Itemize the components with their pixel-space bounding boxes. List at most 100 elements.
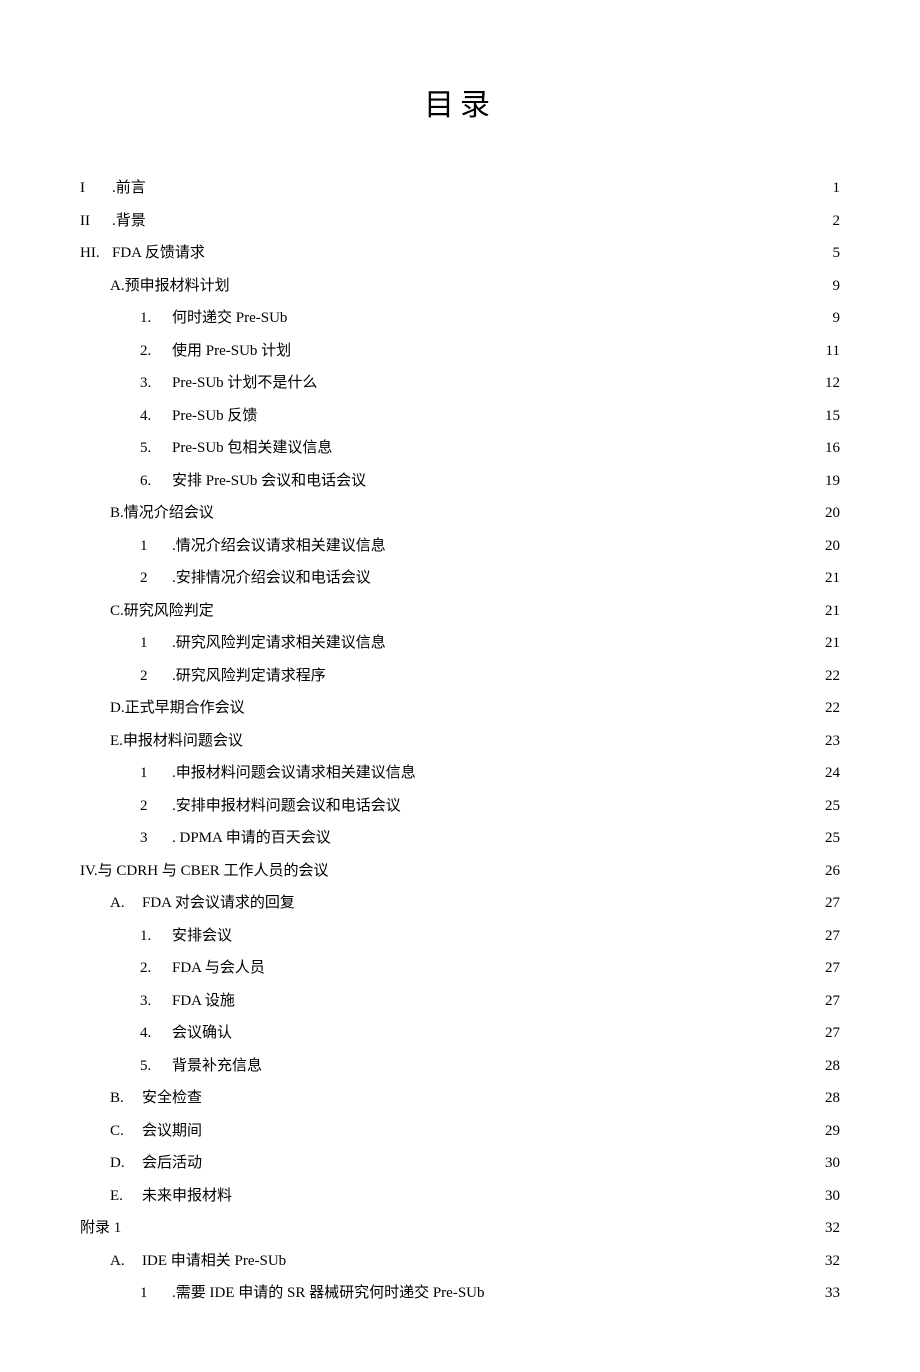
toc-entry: 2.使用 Pre-SUb 计划11 xyxy=(80,337,840,366)
toc-entry-page: 25 xyxy=(820,792,840,821)
toc-entry-page: 33 xyxy=(820,1279,840,1308)
toc-entry-prefix: 1 xyxy=(140,759,172,788)
toc-entry-page: 21 xyxy=(820,629,840,658)
toc-entry-label: .安排情况介绍会议和电话会议 xyxy=(172,564,371,593)
toc-entry: A.预申报材料计划 9 xyxy=(80,272,840,301)
toc-entry-label: 会后活动 xyxy=(142,1149,202,1178)
toc-entry-page: 1 xyxy=(820,174,840,203)
toc-entry-prefix: D. xyxy=(110,1149,142,1178)
toc-entry-prefix: 3. xyxy=(140,369,172,398)
toc-entry-page: 20 xyxy=(820,499,840,528)
toc-entry-page: 25 xyxy=(820,824,840,853)
toc-entry-label: 背景补充信息 xyxy=(172,1052,262,1081)
toc-entry: 2.研究风险判定请求程序22 xyxy=(80,662,840,691)
toc-entry-label: D.正式早期合作会议 xyxy=(110,694,245,723)
toc-entry: II.背景2 xyxy=(80,207,840,236)
toc-entry: E.未来申报材料30 xyxy=(80,1182,840,1211)
toc-entry-page: 11 xyxy=(820,337,840,366)
toc-entry-label: .情况介绍会议请求相关建议信息 xyxy=(172,532,386,561)
toc-entry-prefix: 5. xyxy=(140,1052,172,1081)
toc-entry-page: 20 xyxy=(820,532,840,561)
toc-entry-label: B.情况介绍会议 xyxy=(110,499,214,528)
toc-entry-page: 2 xyxy=(820,207,840,236)
toc-entry: 4.会议确认 27 xyxy=(80,1019,840,1048)
toc-entry-page: 30 xyxy=(820,1182,840,1211)
toc-entry-prefix: 1 xyxy=(140,1279,172,1308)
toc-entry-prefix: 5. xyxy=(140,434,172,463)
toc-entry-label: .安排申报材料问题会议和电话会议 xyxy=(172,792,401,821)
toc-entry-page: 9 xyxy=(820,272,840,301)
toc-entry-label: Pre-SUb 包相关建议信息 xyxy=(172,434,332,463)
toc-entry-label: A.预申报材料计划 xyxy=(110,272,230,301)
toc-entry-page: 24 xyxy=(820,759,840,788)
toc-entry-label: .背景 xyxy=(112,207,146,236)
toc-entry-label: E.申报材料问题会议 xyxy=(110,727,243,756)
toc-entry-page: 32 xyxy=(820,1214,840,1243)
toc-entry-label: IDE 申请相关 Pre-SUb xyxy=(142,1247,286,1276)
toc-entry-page: 16 xyxy=(820,434,840,463)
toc-entry-page: 9 xyxy=(820,304,840,333)
toc-entry: B.安全检查28 xyxy=(80,1084,840,1113)
toc-entry-label: 会议确认 xyxy=(172,1019,232,1048)
toc-entry: C.会议期间 29 xyxy=(80,1117,840,1146)
toc-entry-label: Pre-SUb 反馈 xyxy=(172,402,257,431)
toc-entry-page: 27 xyxy=(820,987,840,1016)
toc-entry-page: 28 xyxy=(820,1084,840,1113)
toc-entry: B.情况介绍会议 20 xyxy=(80,499,840,528)
toc-entry: 1.研究风险判定请求相关建议信息21 xyxy=(80,629,840,658)
toc-entry-page: 21 xyxy=(820,564,840,593)
toc-entry-prefix: 2 xyxy=(140,564,172,593)
toc-entry: D.正式早期合作会议 22 xyxy=(80,694,840,723)
toc-entry: I.前言1 xyxy=(80,174,840,203)
toc-entry-page: 23 xyxy=(820,727,840,756)
toc-entry-page: 22 xyxy=(820,694,840,723)
toc-entry: 1.安排会议27 xyxy=(80,922,840,951)
toc-entry: 1.需要 IDE 申请的 SR 器械研究何时递交 Pre-SUb 33 xyxy=(80,1279,840,1308)
toc-entry-label: 会议期间 xyxy=(142,1117,202,1146)
page-title: 目录 xyxy=(80,80,840,124)
toc-entry-label: FDA 与会人员 xyxy=(172,954,265,983)
toc-entry-prefix: 1. xyxy=(140,922,172,951)
toc-entry-prefix: 3. xyxy=(140,987,172,1016)
toc-entry: 附录 132 xyxy=(80,1214,840,1243)
toc-entry-page: 30 xyxy=(820,1149,840,1178)
toc-entry-prefix: 4. xyxy=(140,1019,172,1048)
toc-entry-page: 32 xyxy=(820,1247,840,1276)
toc-entry: 5.Pre-SUb 包相关建议信息 16 xyxy=(80,434,840,463)
toc-entry-prefix: 6. xyxy=(140,467,172,496)
toc-entry-label: FDA 反馈请求 xyxy=(112,239,205,268)
toc-entry: A.IDE 申请相关 Pre-SUb 32 xyxy=(80,1247,840,1276)
toc-entry: 2.安排情况介绍会议和电话会议 21 xyxy=(80,564,840,593)
toc-entry-page: 27 xyxy=(820,889,840,918)
toc-entry-page: 29 xyxy=(820,1117,840,1146)
toc-entry-label: .需要 IDE 申请的 SR 器械研究何时递交 Pre-SUb xyxy=(172,1279,485,1308)
toc-entry-label: .研究风险判定请求程序 xyxy=(172,662,326,691)
toc-entry: HI.FDA 反馈请求5 xyxy=(80,239,840,268)
toc-entry: 4.Pre-SUb 反馈15 xyxy=(80,402,840,431)
toc-entry-page: 27 xyxy=(820,1019,840,1048)
toc-entry-label: C.研究风险判定 xyxy=(110,597,214,626)
toc-entry: 1.申报材料问题会议请求相关建议信息24 xyxy=(80,759,840,788)
toc-entry: 1.情况介绍会议请求相关建议信息20 xyxy=(80,532,840,561)
toc-entry-page: 21 xyxy=(820,597,840,626)
toc-entry-page: 19 xyxy=(820,467,840,496)
toc-entry-label: Pre-SUb 计划不是什么 xyxy=(172,369,317,398)
toc-entry-prefix: A. xyxy=(110,1247,142,1276)
toc-entry-page: 12 xyxy=(820,369,840,398)
toc-entry-prefix: 2 xyxy=(140,792,172,821)
toc-entry-page: 28 xyxy=(820,1052,840,1081)
toc-entry-label: . DPMA 申请的百天会议 xyxy=(172,824,331,853)
toc-entry-label: .研究风险判定请求相关建议信息 xyxy=(172,629,386,658)
table-of-contents: I.前言1II.背景2HI.FDA 反馈请求5A.预申报材料计划91.何时递交 … xyxy=(80,174,840,1308)
toc-entry-page: 15 xyxy=(820,402,840,431)
toc-entry-page: 26 xyxy=(820,857,840,886)
toc-entry: 1.何时递交 Pre-SUb9 xyxy=(80,304,840,333)
toc-entry-prefix: 2. xyxy=(140,954,172,983)
toc-entry: IV.与 CDRH 与 CBER 工作人员的会议26 xyxy=(80,857,840,886)
toc-entry-label: 安排会议 xyxy=(172,922,232,951)
toc-entry: 5.背景补充信息 28 xyxy=(80,1052,840,1081)
toc-entry-prefix: C. xyxy=(110,1117,142,1146)
toc-entry: 2.安排申报材料问题会议和电话会议 25 xyxy=(80,792,840,821)
toc-entry-prefix: 2. xyxy=(140,337,172,366)
toc-entry-prefix: 3 xyxy=(140,824,172,853)
